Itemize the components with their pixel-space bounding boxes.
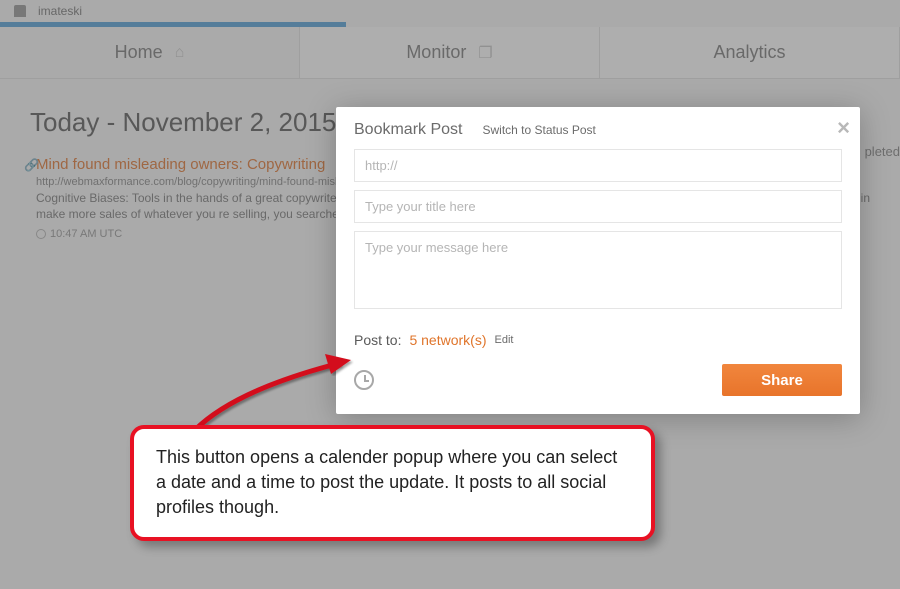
link-icon: 🔗 (24, 158, 39, 172)
modal-title: Bookmark Post (354, 121, 462, 139)
item-desc-2: make more sales of whatever you re selli… (36, 207, 346, 221)
close-icon[interactable]: × (837, 115, 850, 141)
switch-status-link[interactable]: Switch to Status Post (482, 123, 595, 137)
tab-monitor[interactable]: Monitor ❐ (300, 27, 600, 78)
main-tabs: Home ⌂ Monitor ❐ Analytics (0, 27, 900, 79)
user-icon (14, 5, 26, 17)
post-to-row: Post to: 5 network(s) Edit (354, 332, 842, 348)
userbar: imateski (0, 0, 900, 22)
share-button[interactable]: Share (722, 364, 842, 396)
tab-monitor-label: Monitor (406, 42, 466, 63)
url-input[interactable] (354, 149, 842, 182)
modal-header: Bookmark Post Switch to Status Post (354, 121, 842, 139)
network-count[interactable]: 5 network(s) (409, 332, 486, 348)
bookmark-modal: × Bookmark Post Switch to Status Post Po… (336, 107, 860, 414)
tab-analytics[interactable]: Analytics (600, 27, 900, 78)
tab-home[interactable]: Home ⌂ (0, 27, 300, 78)
modal-footer: Share (354, 364, 842, 396)
clock-icon (36, 229, 46, 239)
edit-networks-link[interactable]: Edit (495, 334, 514, 346)
item-time-text: 10:47 AM UTC (50, 228, 122, 240)
item-desc-1: Cognitive Biases: Tools in the hands of … (36, 191, 341, 205)
annotation-callout: This button opens a calender popup where… (130, 425, 655, 541)
chat-icon: ❐ (478, 43, 492, 63)
message-input[interactable] (354, 231, 842, 309)
title-input[interactable] (354, 190, 842, 223)
username[interactable]: imateski (38, 4, 82, 18)
tab-analytics-label: Analytics (713, 42, 785, 63)
callout-text: This button opens a calender popup where… (156, 447, 617, 517)
tab-home-label: Home (115, 42, 163, 63)
home-icon: ⌂ (175, 44, 185, 62)
